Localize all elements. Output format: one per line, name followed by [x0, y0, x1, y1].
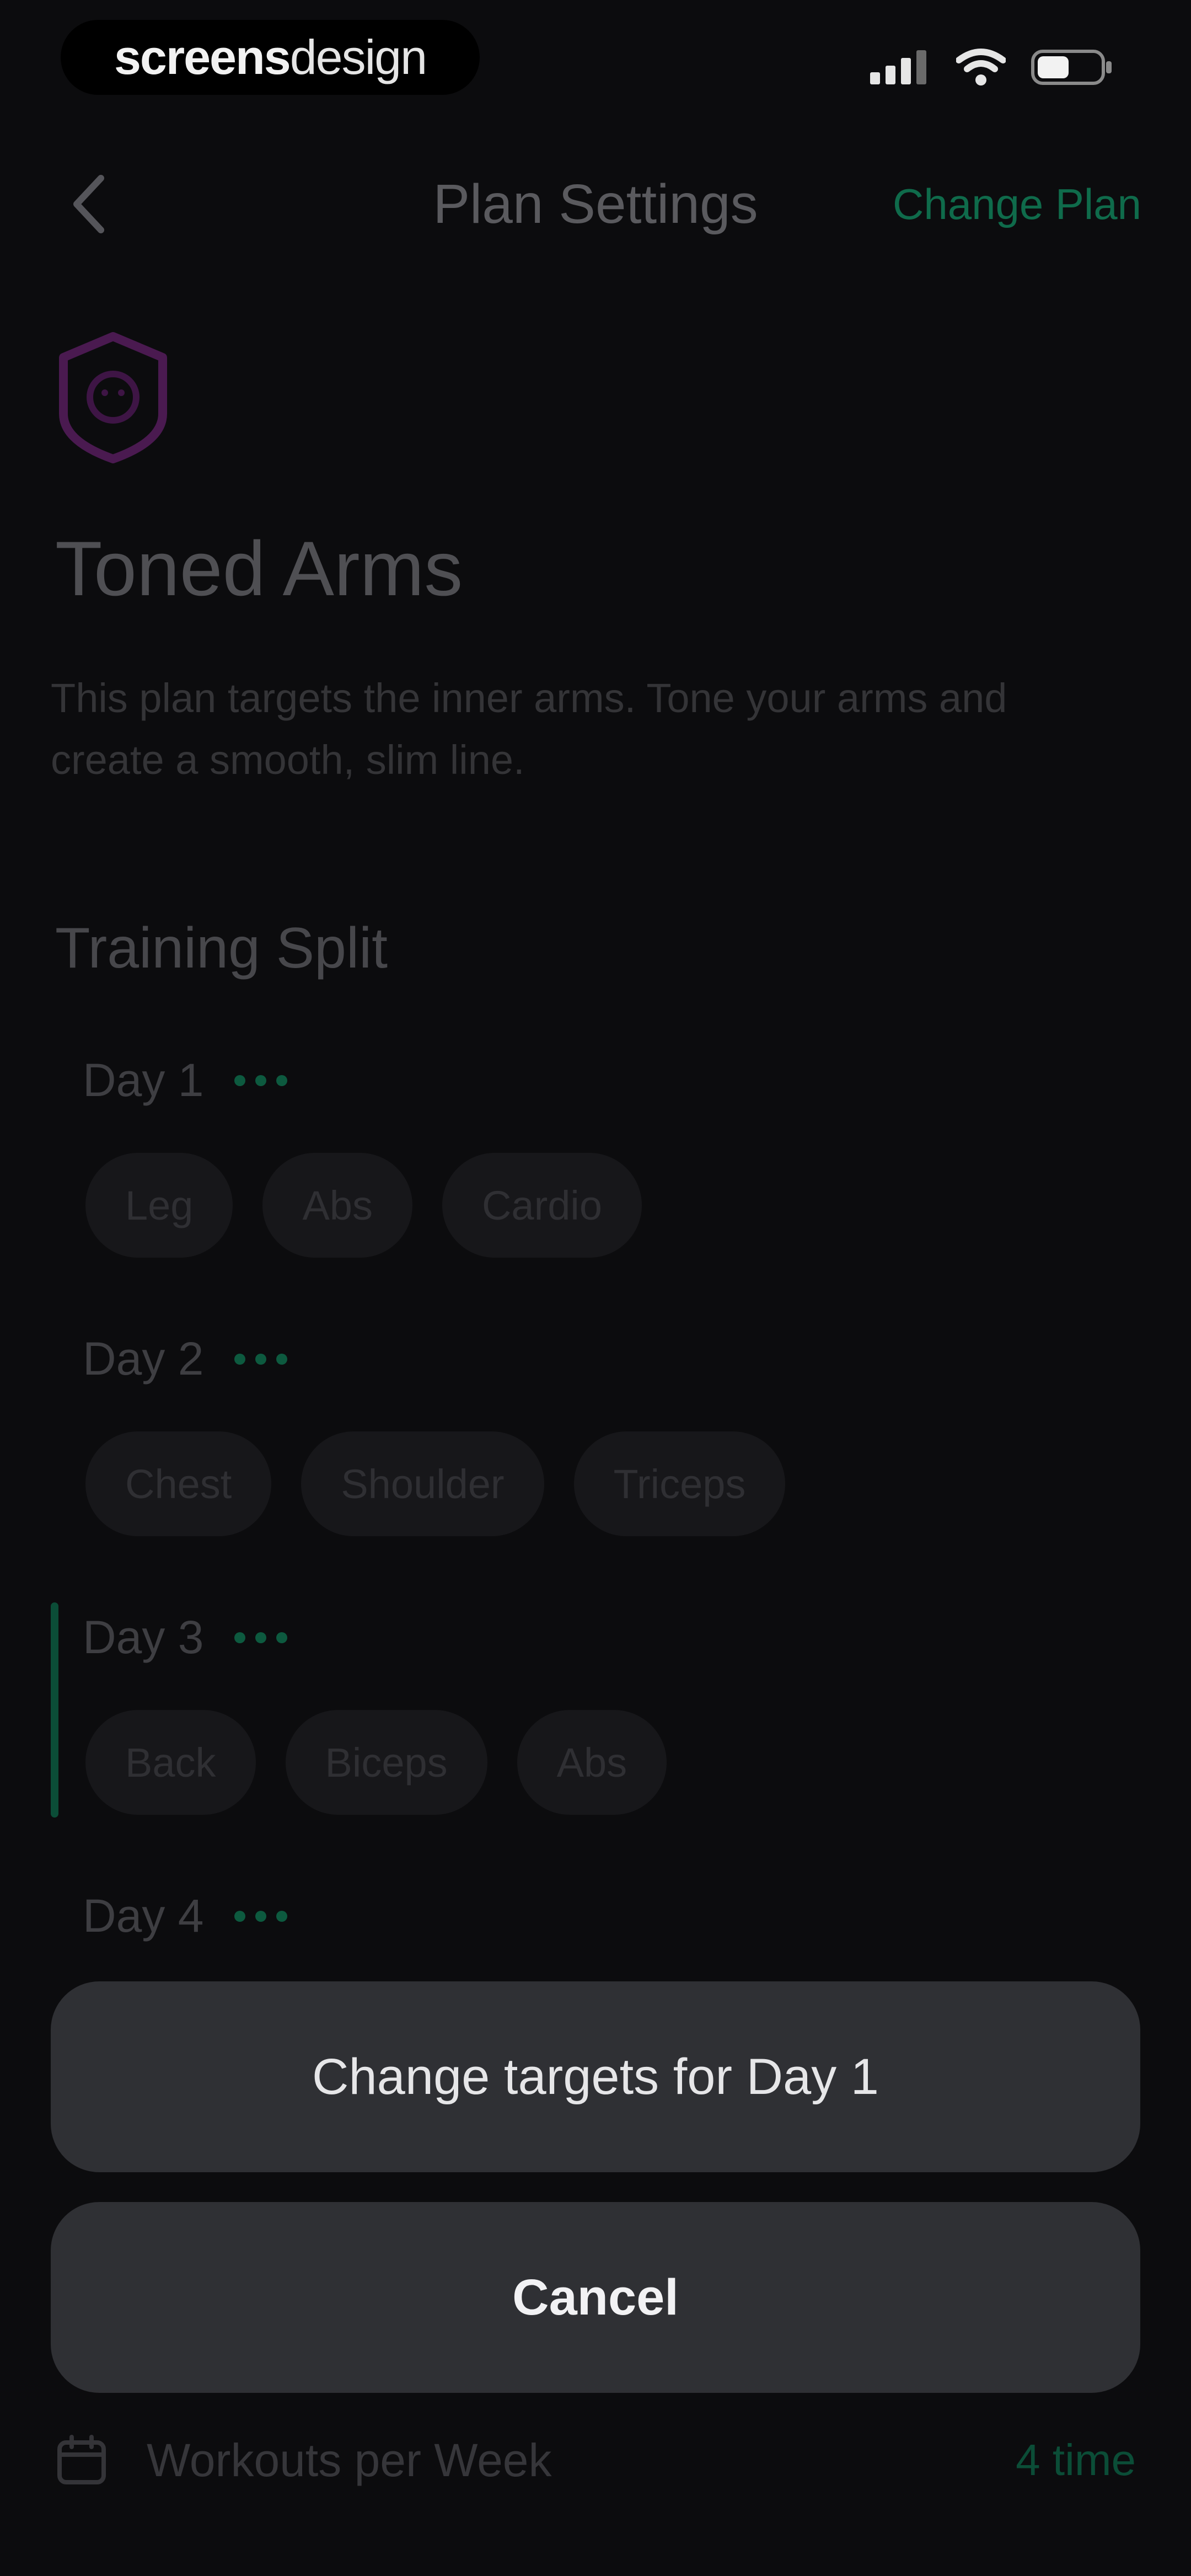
- target-chip[interactable]: Biceps: [285, 1710, 487, 1815]
- change-plan-button[interactable]: Change Plan: [893, 165, 1141, 243]
- brand-light: design: [289, 30, 427, 84]
- target-chip[interactable]: Back: [85, 1710, 256, 1815]
- target-chip[interactable]: Abs: [262, 1153, 412, 1258]
- brand-bold: screens: [114, 30, 291, 84]
- target-chip[interactable]: Cardio: [442, 1153, 642, 1258]
- day-1-targets: Leg Abs Cardio: [85, 1153, 642, 1258]
- day-3-targets: Back Biceps Abs: [85, 1710, 667, 1815]
- workouts-per-week-label: Workouts per Week: [147, 2434, 552, 2486]
- day-2-label: Day 2: [83, 1332, 288, 1386]
- shield-icon: [59, 332, 167, 463]
- more-options-icon[interactable]: [234, 1075, 288, 1086]
- status-icons: [870, 45, 1114, 89]
- battery-icon: [1031, 50, 1112, 85]
- calendar-icon: [57, 2435, 106, 2484]
- workouts-per-week-value: 4 time: [1016, 2435, 1136, 2484]
- brand-text: screensdesign: [114, 29, 427, 85]
- day-4-label: Day 4: [83, 1889, 288, 1943]
- signal-icon: [870, 50, 926, 84]
- more-options-icon[interactable]: [234, 1910, 288, 1922]
- change-targets-button[interactable]: Change targets for Day 1: [51, 1981, 1140, 2172]
- day-label-text: Day 2: [83, 1333, 204, 1385]
- day-label-text: Day 3: [83, 1611, 204, 1663]
- training-split-title: Training Split: [55, 916, 388, 980]
- cancel-button[interactable]: Cancel: [51, 2202, 1140, 2393]
- day-2-targets: Chest Shoulder Triceps: [85, 1431, 786, 1536]
- day-label-text: Day 1: [83, 1054, 204, 1106]
- plan-description: This plan targets the inner arms. Tone y…: [51, 675, 1007, 783]
- target-chip[interactable]: Triceps: [573, 1431, 786, 1536]
- more-options-icon[interactable]: [234, 1632, 288, 1643]
- day-3-label: Day 3: [83, 1611, 288, 1664]
- target-chip[interactable]: Shoulder: [301, 1431, 544, 1536]
- more-options-icon[interactable]: [234, 1353, 288, 1365]
- workouts-per-week-row[interactable]: Workouts per Week 4 time: [55, 2427, 1136, 2493]
- target-chip[interactable]: Abs: [517, 1710, 667, 1815]
- target-chip[interactable]: Chest: [85, 1431, 272, 1536]
- selected-day-indicator: [51, 1602, 58, 1818]
- wifi-icon: [956, 49, 1006, 85]
- plan-title: Toned Arms: [55, 525, 463, 612]
- day-1-label: Day 1: [83, 1054, 288, 1107]
- target-chip[interactable]: Leg: [85, 1153, 233, 1258]
- day-label-text: Day 4: [83, 1890, 204, 1942]
- brand-watermark: screensdesign: [61, 20, 480, 95]
